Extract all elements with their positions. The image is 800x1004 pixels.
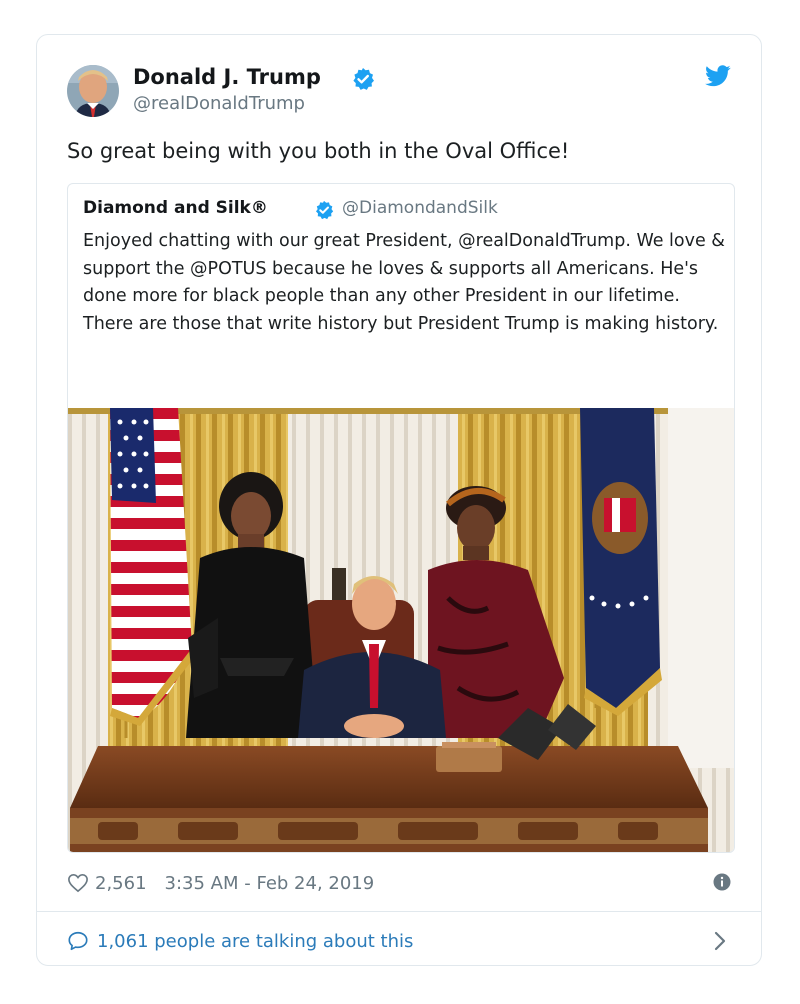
- quoted-tweet[interactable]: Diamond and Silk® @DiamondandSilk Enjoye…: [67, 183, 735, 853]
- tweet-photo[interactable]: [68, 408, 735, 853]
- like-count[interactable]: 2,561: [95, 873, 147, 894]
- divider: [37, 911, 761, 912]
- author-name[interactable]: Donald J. Trump: [133, 65, 321, 89]
- heart-icon[interactable]: [67, 873, 89, 893]
- chevron-right-icon[interactable]: [713, 930, 727, 952]
- talking-link[interactable]: 1,061 people are talking about this: [67, 927, 413, 955]
- talking-text: 1,061 people are talking about this: [97, 930, 414, 952]
- tweet-text: So great being with you both in the Oval…: [67, 139, 570, 163]
- quoted-author-name: Diamond and Silk®: [83, 198, 268, 218]
- speech-bubble-icon: [68, 931, 88, 951]
- verified-badge-icon: [353, 68, 374, 90]
- info-icon[interactable]: [713, 873, 731, 891]
- embedded-tweet-card: Donald J. Trump @realDonaldTrump So grea…: [36, 34, 762, 966]
- quoted-author-handle: @DiamondandSilk: [342, 198, 498, 218]
- author-avatar[interactable]: [67, 65, 119, 117]
- verified-badge-icon: [316, 200, 334, 220]
- tweet-timestamp[interactable]: 3:35 AM - Feb 24, 2019: [165, 873, 375, 894]
- tweet-meta: 2,561 3:35 AM - Feb 24, 2019: [67, 869, 374, 897]
- twitter-bird-icon[interactable]: [705, 65, 731, 87]
- author-handle[interactable]: @realDonaldTrump: [133, 93, 305, 114]
- quoted-tweet-text: Enjoyed chatting with our great Presiden…: [83, 231, 725, 334]
